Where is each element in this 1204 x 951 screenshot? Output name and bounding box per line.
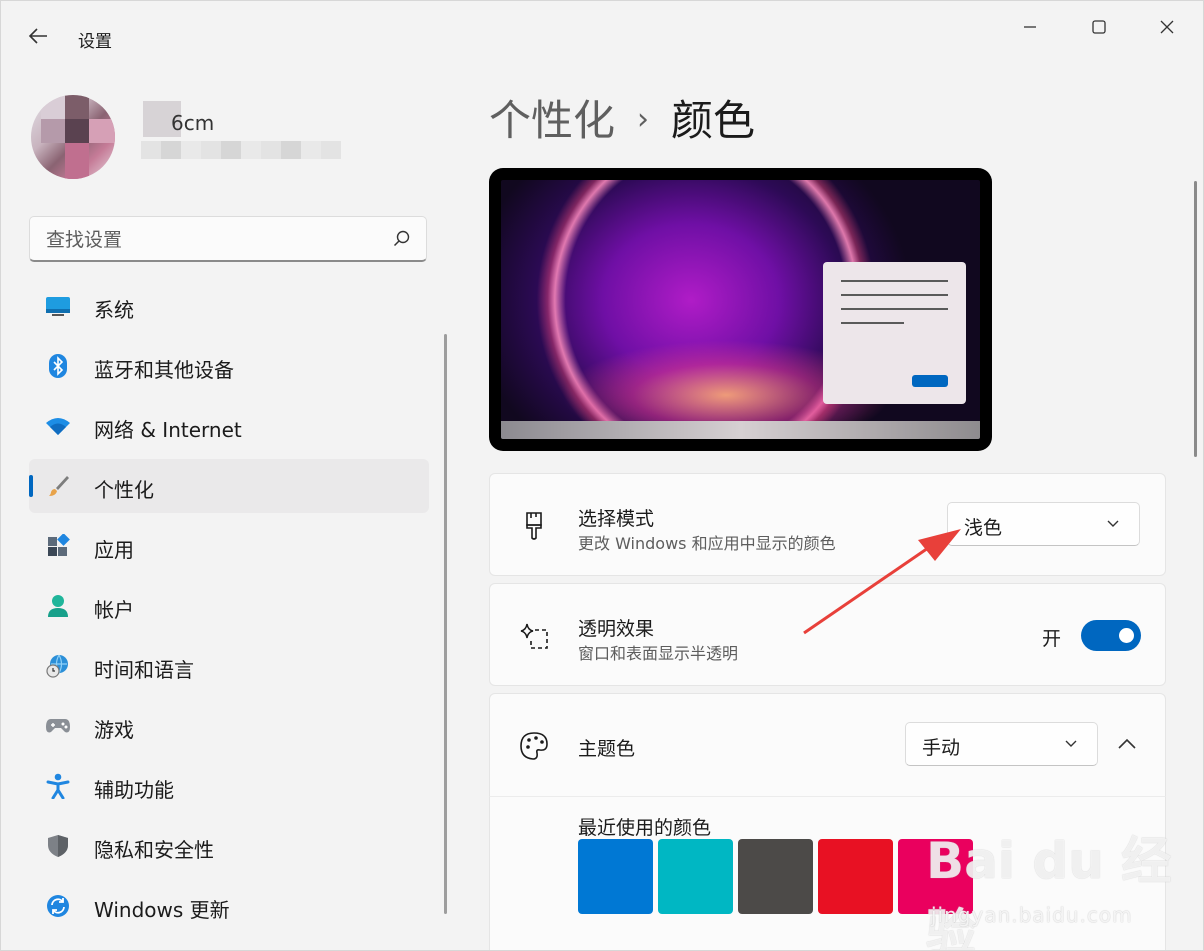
shield-icon — [45, 834, 71, 858]
sidebar-item-label: 隐私和安全性 — [94, 838, 214, 862]
preview-wallpaper — [501, 180, 980, 439]
baidu-watermark-url: jingyan.baidu.com — [931, 903, 1133, 927]
preview-window — [823, 262, 966, 404]
breadcrumb: 个性化 › 颜色 — [489, 87, 755, 148]
search-box[interactable] — [29, 216, 427, 262]
title-bar: 设置 — [1, 1, 1203, 75]
main-scrollbar[interactable] — [1194, 181, 1197, 457]
selected-indicator — [29, 475, 33, 497]
mode-card: 选择模式 更改 Windows 和应用中显示的颜色 浅色 — [489, 473, 1166, 576]
search-input[interactable] — [44, 226, 378, 254]
sidebar-item-privacy[interactable]: 隐私和安全性 — [29, 819, 429, 873]
preview-accent-button — [912, 375, 948, 387]
minimize-button[interactable] — [1007, 13, 1053, 41]
preview-taskbar — [501, 421, 980, 439]
settings-window: 设置 6cm 系统 — [0, 0, 1204, 951]
wifi-icon — [45, 414, 71, 438]
bluetooth-icon — [45, 354, 71, 378]
transparency-title: 透明效果 — [578, 618, 655, 640]
sidebar-item-personalization[interactable]: 个性化 — [29, 459, 429, 513]
sidebar-item-label: 蓝牙和其他设备 — [94, 358, 234, 382]
paint-brush-icon — [518, 510, 550, 542]
user-email-blur — [141, 141, 341, 159]
sidebar-nav: 系统 蓝牙和其他设备 网络 & Internet 个性化 应用 帐户 时间和语言… — [29, 279, 429, 939]
transparency-sparkle-icon — [518, 620, 550, 652]
sidebar-item-label: 个性化 — [94, 478, 154, 502]
toggle-state-label: 开 — [1042, 628, 1062, 650]
page-title: 颜色 — [671, 96, 756, 145]
maximize-icon — [1092, 20, 1106, 34]
apps-icon — [45, 534, 71, 558]
theme-preview — [489, 168, 992, 451]
sidebar-item-label: 辅助功能 — [94, 778, 174, 802]
minimize-icon — [1024, 26, 1036, 28]
sidebar-scrollbar[interactable] — [444, 334, 447, 914]
globe-clock-icon — [45, 654, 71, 678]
chevron-down-icon — [1065, 740, 1077, 747]
breadcrumb-separator: › — [637, 102, 650, 137]
color-swatch-1[interactable] — [578, 839, 653, 914]
palette-icon — [518, 730, 550, 762]
brush-icon — [45, 474, 71, 498]
accent-title: 主题色 — [578, 738, 636, 760]
transparency-card: 透明效果 窗口和表面显示半透明 开 — [489, 583, 1166, 686]
toggle-knob — [1119, 628, 1134, 643]
accent-dropdown-value: 手动 — [922, 737, 961, 759]
color-swatch-4[interactable] — [818, 839, 893, 914]
mode-dropdown-value: 浅色 — [964, 517, 1003, 539]
sidebar-item-accessibility[interactable]: 辅助功能 — [29, 759, 429, 813]
user-name: 6cm — [171, 111, 215, 135]
baidu-watermark-logo: Bai du 经验 — [926, 832, 1172, 951]
app-title: 设置 — [78, 32, 112, 52]
close-icon — [1160, 20, 1174, 34]
account-icon — [45, 594, 71, 618]
sidebar-item-label: Windows 更新 — [94, 898, 230, 922]
accent-dropdown[interactable]: 手动 — [905, 722, 1098, 766]
sidebar-item-label: 应用 — [94, 538, 134, 562]
mode-dropdown[interactable]: 浅色 — [947, 502, 1140, 546]
recent-colors — [578, 839, 978, 914]
sidebar-item-gaming[interactable]: 游戏 — [29, 699, 429, 753]
sidebar-item-system[interactable]: 系统 — [29, 279, 429, 333]
accent-card: 主题色 手动 — [489, 693, 1166, 797]
sidebar-item-time-language[interactable]: 时间和语言 — [29, 639, 429, 693]
accessibility-icon — [45, 773, 71, 799]
gamepad-icon — [45, 714, 71, 738]
mode-title: 选择模式 — [578, 508, 655, 530]
sidebar-item-label: 游戏 — [94, 718, 134, 742]
sidebar-item-label: 帐户 — [94, 598, 134, 622]
update-icon — [45, 894, 71, 918]
back-arrow-icon[interactable] — [25, 25, 51, 51]
sidebar-item-accounts[interactable]: 帐户 — [29, 579, 429, 633]
search-icon[interactable] — [392, 229, 412, 249]
sidebar-item-bluetooth[interactable]: 蓝牙和其他设备 — [29, 339, 429, 393]
breadcrumb-parent[interactable]: 个性化 — [489, 96, 615, 145]
close-button[interactable] — [1144, 13, 1190, 41]
sidebar-item-apps[interactable]: 应用 — [29, 519, 429, 573]
color-swatch-3[interactable] — [738, 839, 813, 914]
sidebar-item-network[interactable]: 网络 & Internet — [29, 399, 429, 453]
sidebar-item-label: 系统 — [94, 298, 134, 322]
sidebar-item-label: 时间和语言 — [94, 658, 194, 682]
color-swatch-2[interactable] — [658, 839, 733, 914]
chevron-up-icon[interactable] — [1116, 736, 1138, 752]
system-icon — [45, 294, 71, 318]
chevron-down-icon — [1107, 520, 1119, 527]
sidebar-item-windows-update[interactable]: Windows 更新 — [29, 879, 429, 933]
mode-description: 更改 Windows 和应用中显示的颜色 — [578, 534, 836, 553]
sidebar-item-label: 网络 & Internet — [94, 418, 242, 442]
transparency-toggle[interactable] — [1081, 620, 1141, 651]
maximize-button[interactable] — [1076, 13, 1122, 41]
recent-colors-label: 最近使用的颜色 — [578, 817, 712, 839]
transparency-description: 窗口和表面显示半透明 — [578, 644, 739, 663]
avatar[interactable] — [31, 95, 115, 179]
